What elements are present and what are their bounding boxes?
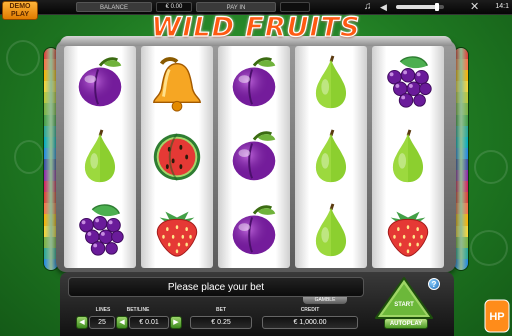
play-label: PLAY	[10, 11, 30, 18]
grapes-icon	[387, 56, 432, 108]
payline-stripe	[454, 125, 468, 137]
logo-text: HP	[489, 311, 504, 323]
payline-stripe	[454, 181, 468, 193]
reel-4	[295, 46, 367, 268]
reel-symbol	[218, 120, 290, 194]
reel-symbol	[295, 120, 367, 194]
grapes-icon	[79, 204, 124, 256]
background-fruit-outline	[470, 230, 508, 266]
payline-stripe	[454, 136, 468, 148]
plum-icon	[232, 205, 276, 255]
plum-icon	[78, 57, 122, 107]
pear-icon	[315, 203, 347, 257]
credit-value: € 1,000.00	[262, 316, 358, 329]
background-fruit-outline	[14, 140, 44, 174]
payline-stripe	[454, 247, 468, 259]
strawberry-icon	[387, 211, 429, 257]
lines-decrease-button[interactable]: ◀	[76, 316, 88, 329]
volume-fill	[396, 5, 437, 9]
reel-symbol	[372, 194, 444, 268]
autoplay-button[interactable]: AUTOPLAY	[384, 318, 428, 329]
payline-stripe	[454, 214, 468, 226]
bet-line-increase-button[interactable]: ▶	[170, 316, 182, 329]
volume-knob[interactable]	[434, 3, 439, 11]
reel-symbol	[64, 46, 136, 120]
bet-label: BET	[216, 307, 226, 313]
bet-line-decrease-button[interactable]: ◀	[116, 316, 128, 329]
reel-3	[218, 46, 290, 268]
gamble-button[interactable]: GAMBLE	[303, 297, 347, 304]
pay-in-value	[280, 2, 310, 12]
demo-play-badge: DEMO PLAY	[2, 1, 38, 20]
clock: 14:1	[495, 3, 509, 10]
plum-icon	[232, 131, 276, 181]
payline-stripe	[454, 59, 468, 71]
payline-stripe	[454, 170, 468, 182]
reel-symbol	[141, 46, 213, 120]
reel-symbol	[141, 120, 213, 194]
reel-symbol	[141, 194, 213, 268]
payline-stripe	[454, 92, 468, 104]
balance-value: € 0.00	[156, 2, 192, 12]
close-icon[interactable]: ✕	[470, 1, 479, 13]
reel-symbol	[218, 46, 290, 120]
balance-label: BALANCE	[76, 2, 152, 12]
reel-symbol	[372, 46, 444, 120]
payline-stripe	[454, 147, 468, 159]
lines-value: 25	[89, 316, 115, 329]
help-button[interactable]: ?	[428, 278, 440, 290]
start-label: START	[394, 302, 414, 308]
bet-value: € 0.25	[190, 316, 252, 329]
payline-stripe	[454, 114, 468, 126]
start-button[interactable]: START	[374, 276, 434, 320]
reel-1	[64, 46, 136, 268]
reel-symbol	[218, 194, 290, 268]
payline-stripe	[454, 158, 468, 171]
reel-5	[372, 46, 444, 268]
reel-symbol	[372, 120, 444, 194]
pay-in-button[interactable]: PAY IN	[196, 2, 276, 12]
bell-icon	[153, 57, 201, 112]
payline-stripe	[454, 258, 468, 270]
background-fruit-outline	[474, 150, 508, 184]
background-fruit-outline	[6, 40, 40, 76]
reel-2	[141, 46, 213, 268]
plum-icon	[232, 57, 276, 107]
pear-icon	[315, 129, 347, 183]
payline-stripe	[454, 203, 468, 215]
volume-slider[interactable]	[396, 3, 444, 11]
bet-line-label: BET/LINE	[126, 307, 150, 313]
payline-stripe	[454, 81, 468, 93]
strawberry-icon	[156, 211, 198, 257]
bet-line-value: € 0.01	[129, 316, 169, 329]
pear-icon	[84, 129, 116, 183]
payline-stripe	[454, 225, 468, 237]
payline-stripe	[454, 48, 468, 60]
pear-icon	[392, 129, 424, 183]
lines-label: LINES	[95, 307, 111, 313]
payline-stripe	[454, 103, 468, 115]
demo-label: DEMO	[9, 3, 31, 10]
game-title: WILD FRUITS	[151, 11, 361, 43]
reel-symbol	[64, 120, 136, 194]
provider-logo: HP	[484, 299, 510, 333]
payline-indicator-right	[454, 48, 468, 270]
reel-symbol	[295, 194, 367, 268]
reel-symbol	[295, 46, 367, 120]
status-message: Please place your bet	[68, 277, 364, 297]
payline-stripe	[454, 192, 468, 204]
reel-symbol	[64, 194, 136, 268]
payline-stripe	[454, 70, 468, 82]
credit-label: CREDIT	[300, 307, 320, 313]
payline-stripe	[454, 236, 468, 248]
watermelon-icon	[153, 133, 201, 181]
pear-icon	[315, 55, 347, 109]
